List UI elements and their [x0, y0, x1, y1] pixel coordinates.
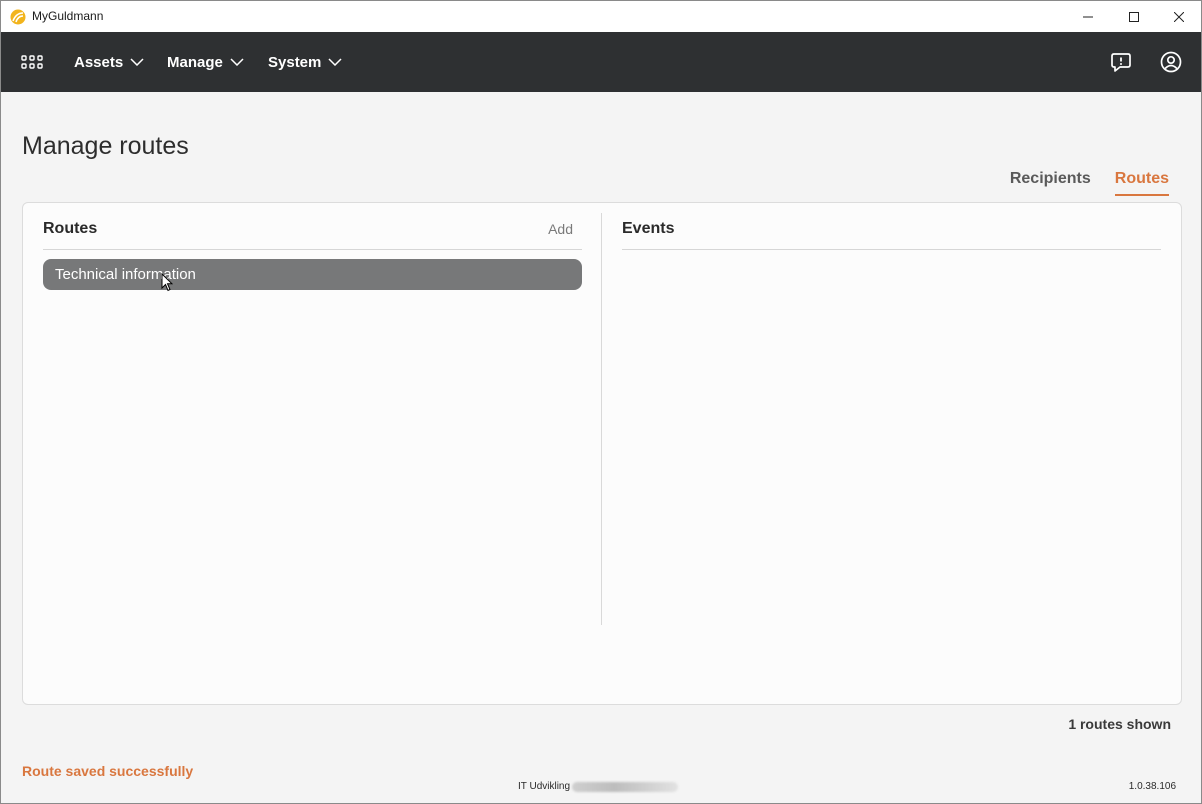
- app-window: MyGuldmann Assets Manage System Manage r…: [0, 0, 1202, 804]
- events-panel-header: Events: [622, 220, 1161, 250]
- environment-name: IT Udvikling: [518, 781, 571, 792]
- nav-menu-system[interactable]: System: [268, 52, 342, 72]
- version-label: 1.0.38.106: [1128, 781, 1176, 792]
- environment-label: IT Udvikling: [518, 781, 679, 792]
- page-title: Manage routes: [22, 132, 189, 160]
- chevron-down-icon: [328, 58, 342, 66]
- nav-menu-manage[interactable]: Manage: [167, 52, 244, 72]
- status-message: Route saved successfully: [22, 763, 194, 779]
- events-panel: Events: [622, 203, 1161, 704]
- chevron-down-icon: [230, 58, 244, 66]
- tab-bar: Recipients Routes: [1010, 170, 1169, 196]
- user-account-icon[interactable]: [1159, 50, 1183, 74]
- main-content: Manage routes Recipients Routes Routes A…: [1, 92, 1201, 803]
- app-logo-icon: [10, 9, 26, 25]
- maximize-button[interactable]: [1111, 1, 1157, 32]
- nav-menu-label: Assets: [74, 53, 124, 71]
- minimize-icon: [1083, 16, 1093, 17]
- routes-panel: Routes Add Technical information: [43, 203, 582, 704]
- routes-panel-title: Routes: [43, 220, 98, 237]
- top-navbar: Assets Manage System: [1, 32, 1201, 92]
- tab-routes[interactable]: Routes: [1114, 170, 1169, 196]
- title-bar: MyGuldmann: [1, 1, 1201, 32]
- routes-count: 1 routes shown: [1068, 716, 1171, 732]
- add-route-button[interactable]: Add: [548, 221, 573, 237]
- redacted-text: [572, 781, 679, 792]
- mouse-cursor-icon: [161, 273, 173, 292]
- nav-menu-label: System: [268, 53, 322, 71]
- close-icon: [1174, 11, 1184, 22]
- routes-card: Routes Add Technical information Events: [22, 202, 1182, 705]
- feedback-icon[interactable]: [1109, 50, 1133, 74]
- route-list-item[interactable]: Technical information: [43, 259, 582, 290]
- nav-menu-assets[interactable]: Assets: [74, 52, 144, 72]
- minimize-button[interactable]: [1065, 1, 1111, 32]
- routes-panel-header: Routes Add: [43, 220, 582, 250]
- close-button[interactable]: [1156, 1, 1201, 32]
- panel-divider: [601, 213, 602, 625]
- app-title: MyGuldmann: [32, 9, 104, 23]
- maximize-icon: [1129, 11, 1139, 22]
- chevron-down-icon: [130, 58, 144, 66]
- nav-menu-label: Manage: [167, 53, 223, 71]
- events-panel-title: Events: [622, 220, 675, 237]
- tab-recipients[interactable]: Recipients: [1010, 170, 1091, 196]
- apps-grid-icon[interactable]: [21, 55, 43, 69]
